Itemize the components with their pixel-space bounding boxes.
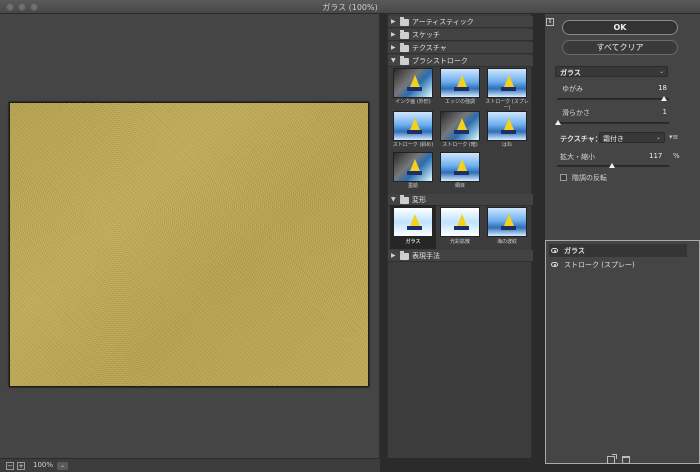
filter-thumb-label: 光彩拡散 bbox=[449, 239, 470, 245]
title-bar: ガラス (100%) bbox=[0, 0, 700, 14]
filter-thumb-label: はね bbox=[501, 142, 512, 148]
effect-layer-name: ガラス bbox=[564, 247, 585, 255]
filter-thumb-label: 網目 bbox=[454, 183, 465, 189]
filter-thumb-dark-strokes[interactable] bbox=[440, 111, 480, 141]
filter-thumb-label: ストローク (斜め) bbox=[392, 142, 434, 148]
scaling-unit: % bbox=[673, 152, 680, 160]
folder-icon bbox=[400, 17, 409, 26]
filter-thumb-angled-strokes[interactable] bbox=[393, 111, 433, 141]
expand-arrow-icon: ▶ bbox=[391, 18, 396, 25]
filter-thumb-label: ストローク (スプレー) bbox=[485, 99, 529, 111]
filter-thumb-spatter[interactable] bbox=[487, 68, 527, 98]
folder-label: 変形 bbox=[412, 196, 426, 204]
filter-thumb-spray[interactable] bbox=[487, 111, 527, 141]
chevron-down-icon: ⌄ bbox=[655, 134, 661, 141]
filter-thumb-label: 海の波紋 bbox=[496, 239, 517, 245]
open-folder-icon bbox=[400, 195, 409, 204]
smoothness-label: 滑らかさ bbox=[562, 109, 590, 117]
effect-layer-name: ストローク (スプレー) bbox=[564, 261, 635, 269]
distortion-slider[interactable] bbox=[557, 96, 669, 101]
folder-label: アーティスティック bbox=[412, 18, 474, 26]
new-effect-layer-icon[interactable] bbox=[607, 454, 617, 464]
effect-layer[interactable]: ストローク (スプレー) bbox=[549, 258, 687, 271]
clear-all-button[interactable]: すべてクリア bbox=[562, 40, 678, 55]
trash-icon[interactable] bbox=[622, 456, 630, 464]
effect-layer[interactable]: ガラス bbox=[549, 244, 687, 257]
filter-thumb-ocean-ripple[interactable] bbox=[487, 207, 527, 237]
filter-gallery: ▶ アーティスティック ▶ スケッチ ▶ テクスチャ ▼ ブラシストローク イン… bbox=[387, 14, 533, 458]
invert-checkbox[interactable] bbox=[560, 174, 567, 181]
expand-arrow-icon: ▶ bbox=[391, 31, 396, 38]
slider-knob[interactable] bbox=[555, 120, 561, 125]
zoom-bar: − + 100% ⌄ bbox=[0, 458, 380, 472]
scaling-value[interactable]: 117 bbox=[649, 152, 662, 160]
slider-knob[interactable] bbox=[609, 163, 615, 168]
slider-knob[interactable] bbox=[661, 96, 667, 101]
filter-thumb-label: 墨絵 bbox=[407, 183, 418, 189]
smoothness-value[interactable]: 1 bbox=[653, 108, 667, 116]
filter-thumb-label: ストローク (暗) bbox=[442, 142, 478, 148]
collapse-arrow-icon: ▼ bbox=[391, 196, 396, 203]
expand-arrow-icon: ▶ bbox=[391, 44, 396, 51]
folder-stylize[interactable]: ▶ 表現手法 bbox=[388, 250, 533, 262]
texture-menu-icon[interactable]: ▾≡ bbox=[669, 133, 678, 141]
folder-artistic[interactable]: ▶ アーティスティック bbox=[388, 16, 533, 28]
preview-pane: − + 100% ⌄ bbox=[0, 14, 380, 472]
filter-thumb-crosshatch[interactable] bbox=[440, 152, 480, 182]
settings-panel: ⇕ OK すべてクリア ガラス ⌄ ゆがみ 18 滑らかさ 1 テクスチャ： 霜… bbox=[545, 14, 700, 464]
zoom-dropdown-button[interactable]: ⌄ bbox=[57, 462, 68, 470]
distortion-value[interactable]: 18 bbox=[653, 84, 667, 92]
folder-sketch[interactable]: ▶ スケッチ bbox=[388, 29, 533, 41]
filter-thumb-label: エッジの強調 bbox=[444, 99, 475, 105]
folder-icon bbox=[400, 251, 409, 260]
zoom-in-button[interactable]: + bbox=[17, 462, 25, 470]
preview-canvas[interactable] bbox=[9, 102, 369, 387]
texture-select-value: 霜付き bbox=[603, 135, 624, 143]
folder-brush-strokes[interactable]: ▼ ブラシストローク bbox=[388, 55, 533, 67]
filter-select[interactable]: ガラス ⌄ bbox=[555, 66, 668, 77]
invert-label: 階調の反転 bbox=[572, 174, 607, 182]
eye-icon[interactable] bbox=[551, 248, 558, 253]
zoom-out-button[interactable]: − bbox=[6, 462, 14, 470]
folder-label: テクスチャ bbox=[412, 44, 447, 52]
filter-thumb-diffuse-glow[interactable] bbox=[440, 207, 480, 237]
collapse-arrow-icon: ▼ bbox=[391, 57, 396, 64]
window-title: ガラス (100%) bbox=[322, 3, 378, 12]
filter-select-value: ガラス bbox=[560, 69, 581, 77]
collapse-gallery-button[interactable]: ⇕ bbox=[546, 18, 554, 26]
eye-icon[interactable] bbox=[551, 262, 558, 267]
zoom-level: 100% bbox=[33, 461, 54, 469]
expand-arrow-icon: ▶ bbox=[391, 252, 396, 259]
filter-thumb-label: インク画 (外形) bbox=[395, 99, 431, 105]
filter-thumb-ink-outlines[interactable] bbox=[393, 68, 433, 98]
folder-icon bbox=[400, 43, 409, 52]
filter-thumb-glass[interactable] bbox=[393, 207, 433, 237]
ok-button[interactable]: OK bbox=[562, 20, 678, 35]
folder-texture[interactable]: ▶ テクスチャ bbox=[388, 42, 533, 54]
folder-label: スケッチ bbox=[412, 31, 440, 39]
filter-thumb-accented-edges[interactable] bbox=[440, 68, 480, 98]
scaling-label: 拡大・縮小 bbox=[560, 153, 595, 161]
filter-thumb-sumi-e[interactable] bbox=[393, 152, 433, 182]
scaling-slider[interactable] bbox=[557, 163, 669, 168]
folder-icon bbox=[400, 30, 409, 39]
texture-label: テクスチャ： bbox=[560, 135, 602, 143]
open-folder-icon bbox=[400, 56, 409, 65]
distortion-label: ゆがみ bbox=[562, 85, 583, 93]
texture-select[interactable]: 霜付き ⌄ bbox=[599, 132, 665, 143]
folder-label: ブラシストローク bbox=[412, 57, 468, 65]
filter-thumb-label: ガラス bbox=[405, 239, 421, 245]
effect-layers-list: ガラス ストローク (スプレー) bbox=[545, 240, 700, 464]
chevron-down-icon: ⌄ bbox=[658, 68, 664, 75]
folder-label: 表現手法 bbox=[412, 252, 440, 260]
smoothness-slider[interactable] bbox=[555, 120, 669, 125]
